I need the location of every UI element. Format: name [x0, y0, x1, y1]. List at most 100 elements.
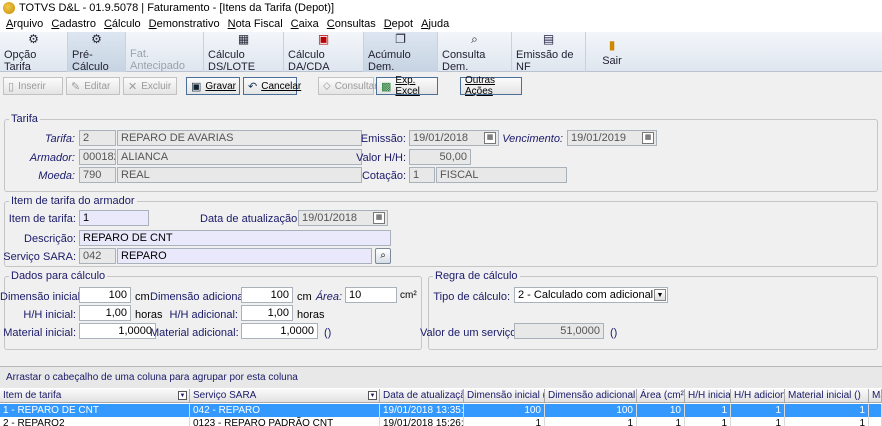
- new-document-icon: ▯: [8, 80, 15, 93]
- column-header[interactable]: Área (cm²): [637, 389, 685, 403]
- main-toolbar: ⚙ Opção Tarifa ⚙ Pré-Cálculo Fat. Anteci…: [0, 31, 882, 73]
- editar-button[interactable]: ✎ Editar: [66, 77, 120, 95]
- pre-calculo-button[interactable]: ⚙ Pré-Cálculo: [68, 32, 126, 73]
- column-header[interactable]: Data de atualização: [380, 389, 464, 403]
- exp-excel-button[interactable]: ▩ Exp. Excel: [376, 75, 438, 97]
- menu-accelerator: D: [383, 18, 392, 30]
- mat-inicial-field[interactable]: 1,0000: [79, 323, 156, 339]
- column-header[interactable]: Dimensão inicial (cm): [464, 389, 545, 403]
- calculo-ds-lote-button[interactable]: ▦ Cálculo DS/LOTE: [204, 32, 284, 73]
- calendar-icon: ▣: [317, 31, 330, 46]
- armador-code-field[interactable]: 000182: [79, 149, 116, 165]
- moeda-name-field[interactable]: REAL: [117, 167, 362, 183]
- menu-accelerator: C: [103, 18, 112, 30]
- items-grid: Arrastar o cabeçalho de uma coluna para …: [0, 366, 882, 426]
- table-cell: 100: [545, 404, 637, 417]
- servico-name-field[interactable]: REPARO: [117, 248, 372, 264]
- exit-door-icon: ▮: [608, 37, 616, 52]
- outras-acoes-button[interactable]: Outras Ações: [460, 75, 522, 97]
- calendar-icon[interactable]: ▦: [642, 132, 654, 144]
- descricao-field[interactable]: REPARO DE CNT: [79, 230, 391, 246]
- inserir-button[interactable]: ▯ Inserir: [3, 77, 63, 95]
- menu-item-2[interactable]: Cálculo: [104, 18, 141, 30]
- column-header[interactable]: Item de tarifa ▼: [0, 389, 190, 403]
- column-header[interactable]: H/H adicional: [731, 389, 785, 403]
- column-header-label: H/H adicional: [734, 390, 784, 401]
- descricao-label: Descrição:: [24, 233, 76, 245]
- printer-icon: ▤: [542, 31, 555, 46]
- cotacao-name-field[interactable]: FISCAL: [436, 167, 567, 183]
- sair-button[interactable]: ▮ Sair: [586, 32, 638, 72]
- column-header[interactable]: H/H inicial: [685, 389, 731, 403]
- filter-dropdown-icon[interactable]: ▼: [178, 391, 187, 400]
- hh-adicional-unit: horas: [297, 309, 325, 321]
- table-cell: 042 - REPARO: [190, 404, 380, 417]
- vencimento-date-field[interactable]: 19/01/2019 ▦: [567, 130, 657, 146]
- dim-adicional-label: Dimensão adicional:: [150, 291, 250, 303]
- consultar-button[interactable]: ⬦ Consultar: [318, 77, 378, 95]
- item-field[interactable]: 1: [79, 210, 149, 226]
- tipo-calculo-select[interactable]: 2 - Calculado com adicional ▼: [514, 287, 668, 303]
- calculo-da-cda-button[interactable]: ▣ Cálculo DA/CDA: [284, 31, 364, 73]
- calendar-icon[interactable]: ▦: [373, 212, 385, 224]
- opcao-tarifa-button[interactable]: ⚙ Opção Tarifa: [0, 32, 68, 73]
- mat-adicional-field[interactable]: 1,0000: [241, 323, 318, 339]
- calendar-icon[interactable]: ▦: [484, 132, 496, 144]
- dim-adicional-field[interactable]: 100: [241, 287, 293, 303]
- cancelar-button[interactable]: ↶ Cancelar: [243, 77, 301, 95]
- emissao-nf-button[interactable]: ▤ Emissão de NF: [512, 31, 586, 73]
- cotacao-code-field[interactable]: 1: [409, 167, 435, 183]
- tarifa-code-field[interactable]: 2: [79, 130, 116, 146]
- armador-name-field[interactable]: ALIANCA: [117, 149, 362, 165]
- fat-antecipado-button[interactable]: Fat. Antecipado: [126, 32, 204, 72]
- column-header[interactable]: Serviço SARA ▼: [190, 389, 380, 403]
- table-cell: 1: [785, 404, 869, 417]
- table-cell: 1: [464, 417, 545, 426]
- excluir-button[interactable]: ✕ Excluir: [123, 77, 177, 95]
- gravar-button[interactable]: ▣ Gravar: [186, 77, 240, 95]
- menu-item-0[interactable]: Arquivo: [6, 18, 43, 30]
- column-header[interactable]: Ma: [869, 389, 882, 403]
- menu-item-6[interactable]: Consultas: [327, 18, 376, 30]
- menu-item-4[interactable]: Nota Fiscal: [228, 18, 283, 30]
- data-atualizacao-field[interactable]: 19/01/2018 ▦: [298, 210, 388, 226]
- moeda-code-field[interactable]: 790: [79, 167, 116, 183]
- servico-search-button[interactable]: ⌕: [375, 248, 391, 264]
- column-header[interactable]: Dimensão adicional (cm): [545, 389, 637, 403]
- menu-item-8[interactable]: Ajuda: [421, 18, 449, 30]
- menu-label: emonstrativo: [156, 18, 220, 30]
- invoice-icon: [158, 32, 172, 45]
- mat-adicional-unit: (): [324, 327, 332, 339]
- valor-servico-field[interactable]: 51,0000: [514, 323, 604, 339]
- document-add-icon: ❐: [395, 31, 406, 46]
- data-atualizacao-label: Data de atualização:: [200, 213, 301, 225]
- acumulo-dem-button[interactable]: ❐ Acúmulo Dem.: [364, 31, 438, 73]
- menu-item-7[interactable]: Depot: [384, 18, 413, 30]
- filter-dropdown-icon[interactable]: ▼: [368, 391, 377, 400]
- valor-hh-field[interactable]: 50,00: [409, 149, 471, 165]
- consulta-dem-button[interactable]: ⌕ Consulta Dem.: [438, 32, 512, 73]
- dim-inicial-field[interactable]: 100: [79, 287, 131, 303]
- menu-item-1[interactable]: Cadastro: [51, 18, 96, 30]
- column-header-label: Serviço SARA: [193, 390, 257, 401]
- chevron-down-icon[interactable]: ▼: [654, 289, 666, 301]
- menu-item-3[interactable]: Demonstrativo: [149, 18, 220, 30]
- servico-code-field[interactable]: 042: [79, 248, 116, 264]
- menu-label: onsultas: [334, 18, 376, 30]
- menu-item-5[interactable]: Caixa: [291, 18, 319, 30]
- query-icon: ⬦: [323, 79, 331, 92]
- menu-accelerator: D: [148, 18, 157, 30]
- column-header[interactable]: Material inicial (): [785, 389, 869, 403]
- hh-adicional-field[interactable]: 1,00: [241, 305, 293, 321]
- save-icon: ▣: [191, 80, 202, 93]
- emissao-date-field[interactable]: 19/01/2018 ▦: [409, 130, 499, 146]
- app-logo-icon: [3, 2, 15, 14]
- menu-label: adastro: [59, 18, 96, 30]
- hh-inicial-field[interactable]: 1,00: [79, 305, 131, 321]
- area-field[interactable]: 10: [345, 287, 397, 303]
- valor-hh-label: Valor H/H:: [356, 152, 406, 164]
- table-cell: 0123 - REPARO PADRÃO CNT: [190, 417, 380, 426]
- moeda-label: Moeda:: [38, 170, 75, 182]
- table-cell: 1 - REPARO DE CNT: [0, 404, 190, 417]
- tarifa-name-field[interactable]: REPARO DE AVARIAS: [117, 130, 362, 146]
